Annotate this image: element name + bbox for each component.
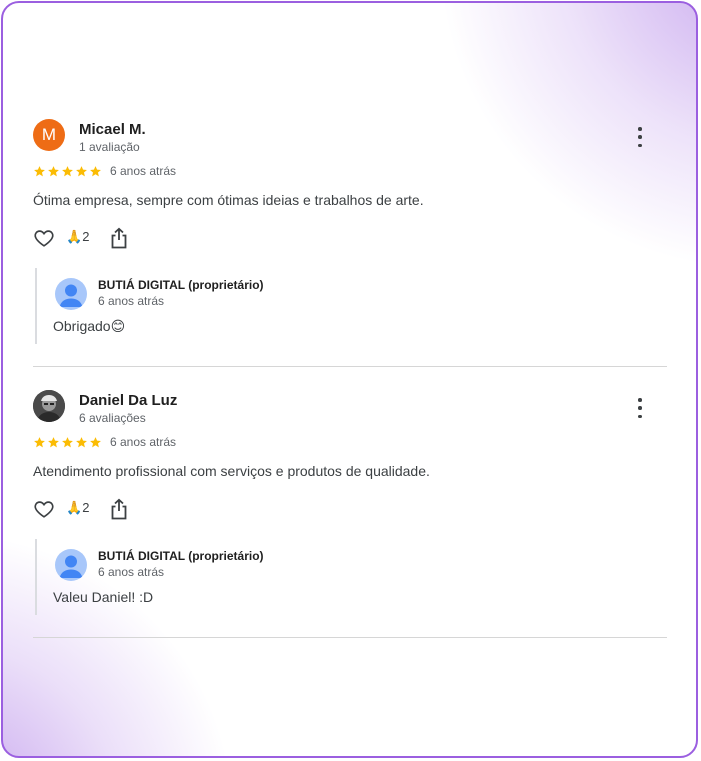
review-actions: 🙏2 — [33, 227, 667, 251]
reply-text: Obrigado😊 — [53, 318, 126, 334]
more-options-icon[interactable] — [633, 398, 647, 418]
star-rating — [33, 436, 102, 449]
review-header: M Micael M. 1 avaliação — [33, 119, 667, 159]
rating-line: 6 anos atrás — [33, 164, 667, 184]
pray-emoji-icon: 🙏 — [66, 229, 83, 244]
reaction-count: 2 — [82, 229, 90, 244]
star-icon — [48, 437, 59, 448]
avatar[interactable]: M — [33, 119, 65, 151]
star-icon — [34, 437, 45, 448]
reaction-count: 2 — [82, 500, 90, 515]
review-card: Daniel Da Luz 6 avaliações 6 anos atrás … — [33, 390, 667, 615]
owner-avatar-icon — [55, 278, 87, 310]
reviewer-name[interactable]: Daniel Da Luz — [79, 392, 177, 409]
star-icon — [76, 166, 87, 177]
star-icon — [62, 437, 73, 448]
owner-avatar-icon — [55, 549, 87, 581]
star-icon — [90, 166, 101, 177]
star-icon — [76, 437, 87, 448]
star-icon — [34, 166, 45, 177]
reviewer-review-count: 6 avaliações — [79, 411, 146, 425]
reviews-panel: M Micael M. 1 avaliação 6 anos atrás Óti… — [1, 1, 698, 758]
review-date: 6 anos atrás — [110, 164, 177, 178]
owner-name: BUTIÁ DIGITAL (proprietário) — [98, 278, 264, 292]
reviewer-name[interactable]: Micael M. — [79, 121, 146, 138]
review-card: M Micael M. 1 avaliação 6 anos atrás Óti… — [33, 119, 667, 344]
reply-date: 6 anos atrás — [98, 565, 165, 579]
pray-emoji-icon: 🙏 — [66, 500, 83, 515]
share-icon[interactable] — [110, 227, 128, 249]
divider — [33, 637, 667, 638]
owner-name: BUTIÁ DIGITAL (proprietário) — [98, 549, 264, 563]
star-rating — [33, 165, 102, 178]
reply-date: 6 anos atrás — [98, 294, 165, 308]
avatar-letter: M — [41, 125, 57, 144]
review-header: Daniel Da Luz 6 avaliações — [33, 390, 667, 430]
review-date: 6 anos atrás — [110, 435, 177, 449]
review-text: Ótima empresa, sempre com ótimas ideias … — [33, 192, 424, 208]
star-icon — [48, 166, 59, 177]
person-photo-icon — [33, 390, 65, 422]
owner-reply: BUTIÁ DIGITAL (proprietário) 6 anos atrá… — [35, 268, 667, 344]
reaction-button[interactable]: 🙏2 — [66, 229, 89, 245]
owner-reply: BUTIÁ DIGITAL (proprietário) 6 anos atrá… — [35, 539, 667, 615]
reaction-button[interactable]: 🙏2 — [66, 500, 89, 516]
more-options-icon[interactable] — [633, 127, 647, 147]
like-heart-icon[interactable] — [33, 498, 55, 520]
like-heart-icon[interactable] — [33, 227, 55, 249]
reply-text: Valeu Daniel! :D — [53, 589, 154, 605]
star-icon — [90, 437, 101, 448]
star-icon — [62, 166, 73, 177]
reviewer-review-count: 1 avaliação — [79, 140, 140, 154]
share-icon[interactable] — [110, 498, 128, 520]
review-text: Atendimento profissional com serviços e … — [33, 463, 430, 479]
review-actions: 🙏2 — [33, 498, 667, 522]
rating-line: 6 anos atrás — [33, 435, 667, 455]
avatar[interactable] — [33, 390, 65, 422]
divider — [33, 366, 667, 367]
